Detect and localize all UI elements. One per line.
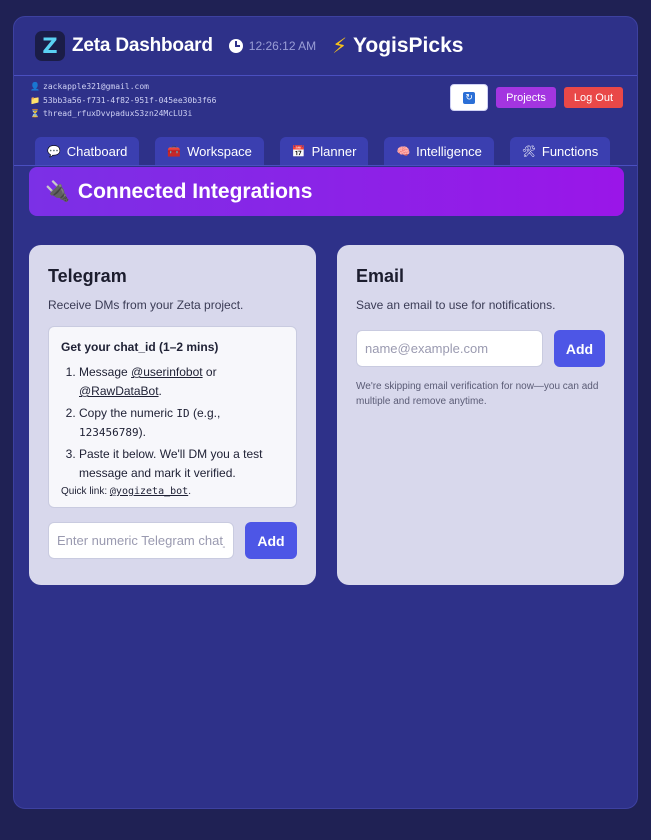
- telegram-chat-id-input[interactable]: [48, 522, 234, 559]
- folder-icon: 📁: [30, 95, 40, 105]
- refresh-icon: ↻: [463, 91, 476, 104]
- thread-id: thread_rfuxDvvpaduxS3zn24McLU3i: [43, 109, 193, 119]
- yogizeta-bot-link[interactable]: @yogizeta_bot: [110, 486, 188, 497]
- rawdatabot-link[interactable]: @RawDataBot: [79, 384, 159, 398]
- telegram-input-row: Add: [48, 522, 297, 559]
- tab-divider: [14, 165, 637, 166]
- chat-id-instructions: Get your chat_id (1–2 mins) Message @use…: [48, 326, 297, 508]
- step-2: Copy the numeric ID (e.g.,123456789).: [79, 404, 284, 442]
- telegram-title: Telegram: [48, 266, 127, 286]
- tab-planner[interactable]: 📅 Planner: [279, 137, 369, 166]
- integrations-banner: 🔌 Connected Integrations: [29, 167, 624, 216]
- plug-icon: 🔌: [45, 181, 70, 203]
- tab-label: Workspace: [187, 144, 252, 159]
- brand-name: YogisPicks: [352, 34, 464, 57]
- email-add-button[interactable]: Add: [554, 330, 605, 367]
- logout-button[interactable]: Log Out: [563, 87, 623, 108]
- session-meta: 👤 zackapple321@gmail.com 📁 53bb3a56-f731-4…: [30, 80, 216, 121]
- tab-workspace[interactable]: 🧰 Workspace: [155, 137, 264, 166]
- banner-title: Connected Integrations: [77, 179, 313, 203]
- header-actions: ↻ Projects Log Out: [450, 84, 623, 111]
- tools-icon: 🛠: [521, 146, 536, 158]
- tab-label: Functions: [541, 144, 599, 159]
- top-bar: Z Zeta Dashboard 12:26:12 AM ⚡ YogisPick…: [14, 17, 637, 76]
- dashboard-shell: Z Zeta Dashboard 12:26:12 AM ⚡ YogisPick…: [13, 16, 638, 809]
- step-3: Paste it below. We'll DM you a test mess…: [79, 445, 284, 483]
- step-1: Message @userinfobot or@RawDataBot.: [79, 363, 284, 401]
- clock-icon: [228, 39, 243, 53]
- instructions-title: Get your chat_id (1–2 mins): [61, 340, 219, 354]
- user-email: zackapple321@gmail.com: [43, 82, 149, 92]
- telegram-card: Telegram Receive DMs from your Zeta proj…: [29, 245, 316, 585]
- user-icon: 👤: [30, 82, 40, 92]
- lightning-icon: ⚡: [332, 34, 347, 58]
- tab-label: Chatboard: [66, 144, 128, 159]
- refresh-button[interactable]: ↻: [450, 84, 489, 111]
- main-tabs: 💬 Chatboard 🧰 Workspace 📅 Planner 🧠 Intellig…: [35, 137, 626, 166]
- email-card: Email Save an email to use for notificat…: [337, 245, 624, 585]
- email-title: Email: [356, 266, 405, 286]
- tab-label: Planner: [311, 144, 357, 159]
- tab-intelligence[interactable]: 🧠 Intelligence: [384, 137, 494, 166]
- tab-chatboard[interactable]: 💬 Chatboard: [35, 137, 140, 166]
- project-id: 53bb3a56-f731-4f82-951f-045ee30b3f66: [43, 95, 217, 105]
- userinfobot-link[interactable]: @userinfobot: [131, 365, 203, 379]
- brain-icon: 🧠: [396, 146, 411, 158]
- email-input-row: Add: [356, 330, 605, 367]
- hourglass-icon: ⏳: [30, 109, 40, 119]
- tab-label: Intelligence: [416, 144, 482, 159]
- projects-button[interactable]: Projects: [496, 87, 556, 108]
- calendar-icon: 📅: [291, 146, 306, 158]
- email-note: We're skipping email verification for no…: [356, 381, 599, 407]
- app-title: Zeta Dashboard: [72, 35, 213, 56]
- email-description: Save an email to use for notifications.: [356, 298, 556, 312]
- quick-link: Quick link: @yogizeta_bot.: [61, 486, 191, 497]
- tab-functions[interactable]: 🛠 Functions: [509, 137, 611, 166]
- email-input[interactable]: [356, 330, 543, 367]
- clock-time: 12:26:12 AM: [248, 39, 317, 53]
- telegram-description: Receive DMs from your Zeta project.: [48, 298, 244, 312]
- chat-icon: 💬: [47, 146, 61, 158]
- toolbox-icon: 🧰: [167, 146, 182, 158]
- telegram-add-button[interactable]: Add: [245, 522, 297, 559]
- instructions-list: Message @userinfobot or@RawDataBot. Copy…: [61, 363, 284, 483]
- zeta-logo: Z: [35, 31, 65, 61]
